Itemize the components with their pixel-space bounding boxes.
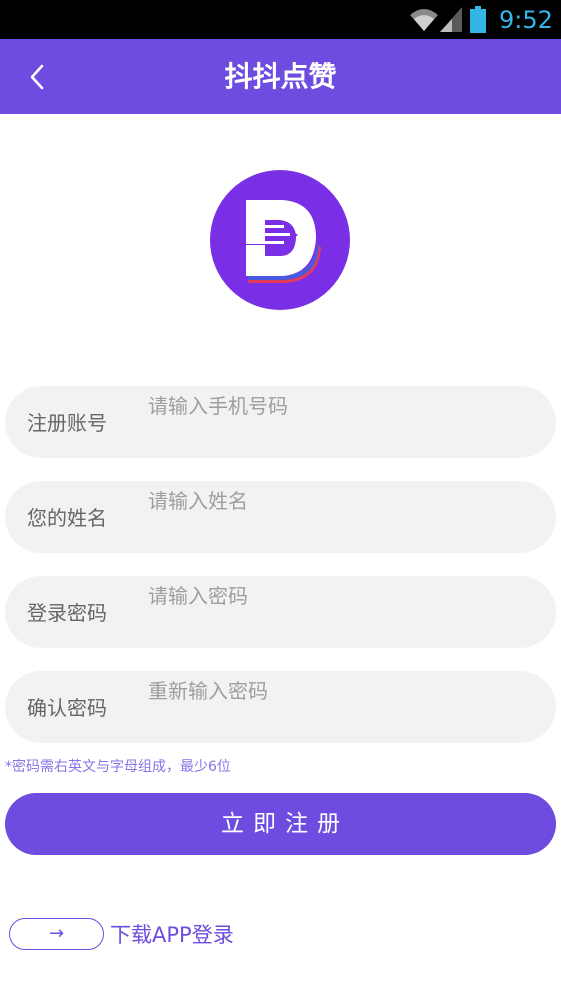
name-input[interactable] bbox=[148, 485, 528, 517]
register-button[interactable]: 立即注册 bbox=[5, 793, 556, 855]
download-app-login-link[interactable]: 下载APP登录 bbox=[110, 921, 234, 949]
password-field-label: 登录密码 bbox=[27, 601, 107, 625]
status-time: 9:52 bbox=[499, 6, 553, 34]
battery-icon bbox=[470, 6, 486, 33]
password-input[interactable] bbox=[148, 580, 528, 612]
confirm-password-field-label: 确认密码 bbox=[27, 696, 107, 720]
phone-field: 注册账号 bbox=[5, 386, 556, 458]
arrow-right-icon: → bbox=[48, 923, 65, 944]
phone-field-label: 注册账号 bbox=[27, 411, 107, 435]
phone-input[interactable] bbox=[148, 390, 528, 422]
status-bar: 9:52 bbox=[0, 0, 561, 39]
page-title: 抖抖点赞 bbox=[224, 60, 337, 93]
name-field-label: 您的姓名 bbox=[27, 506, 107, 530]
wifi-icon bbox=[410, 9, 438, 31]
password-field: 登录密码 bbox=[5, 576, 556, 648]
confirm-password-field: 确认密码 bbox=[5, 671, 556, 743]
name-field: 您的姓名 bbox=[5, 481, 556, 553]
confirm-password-input[interactable] bbox=[148, 675, 528, 707]
download-arrow-button[interactable]: → bbox=[9, 918, 104, 950]
password-hint: *密码需右英文与字母组成，最少6位 bbox=[5, 759, 231, 775]
brand-d-logo-icon bbox=[210, 170, 350, 310]
signal-icon bbox=[440, 7, 462, 32]
app-bar: 抖抖点赞 bbox=[0, 39, 561, 114]
